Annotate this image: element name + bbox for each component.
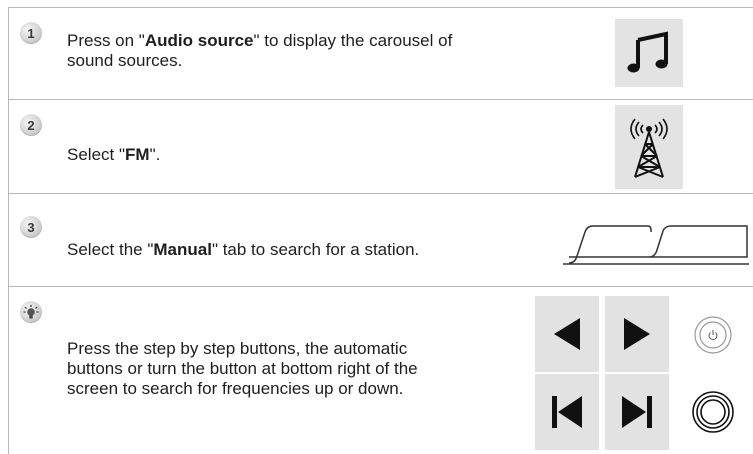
step-number: 2 bbox=[27, 117, 35, 133]
step-row-4: Press the step by step buttons, the auto… bbox=[9, 287, 753, 454]
instruction-table: 1 Press on "Audio source" to display the… bbox=[8, 7, 753, 454]
text-bold: Manual bbox=[153, 240, 212, 259]
step-text: Select "FM". bbox=[67, 145, 487, 165]
manual-tab-icon bbox=[563, 216, 749, 266]
text-part: " tab to search for a station. bbox=[211, 240, 420, 259]
step-text: Select the "Manual" tab to search for a … bbox=[67, 240, 567, 260]
step-back-button[interactable] bbox=[535, 296, 599, 372]
step-forward-icon bbox=[624, 318, 650, 350]
seek-back-button[interactable] bbox=[535, 374, 599, 450]
light-bulb-icon bbox=[20, 301, 42, 323]
step-text: Press the step by step buttons, the auto… bbox=[67, 339, 418, 398]
text-part: Select " bbox=[67, 145, 126, 164]
step-number: 1 bbox=[27, 25, 35, 41]
step-back-icon bbox=[554, 318, 580, 350]
step-row-2: 2 Select "FM". bbox=[9, 100, 753, 194]
step-row-3: 3 Select the "Manual" tab to search for … bbox=[9, 194, 753, 287]
step-badge: 2 bbox=[20, 114, 42, 136]
music-note-icon bbox=[615, 19, 683, 87]
text-part: ". bbox=[149, 145, 161, 164]
text-bold: FM bbox=[125, 145, 150, 164]
step-badge: 1 bbox=[20, 22, 42, 44]
step-badge: 3 bbox=[20, 216, 42, 238]
step-text: Press on "Audio source" to display the c… bbox=[67, 31, 487, 71]
radio-tower-icon bbox=[615, 105, 683, 189]
seek-back-icon bbox=[552, 396, 582, 428]
power-knob-icon[interactable] bbox=[693, 315, 733, 355]
step-row-1: 1 Press on "Audio source" to display the… bbox=[9, 8, 753, 100]
step-number: 3 bbox=[27, 219, 35, 235]
text-bold: Audio source bbox=[144, 31, 254, 50]
text-part: Select the " bbox=[67, 240, 154, 259]
step-forward-button[interactable] bbox=[605, 296, 669, 372]
rotary-knob-icon[interactable] bbox=[691, 390, 735, 434]
seek-forward-button[interactable] bbox=[605, 374, 669, 450]
seek-forward-icon bbox=[622, 396, 652, 428]
text-part: Press on " bbox=[67, 31, 145, 50]
